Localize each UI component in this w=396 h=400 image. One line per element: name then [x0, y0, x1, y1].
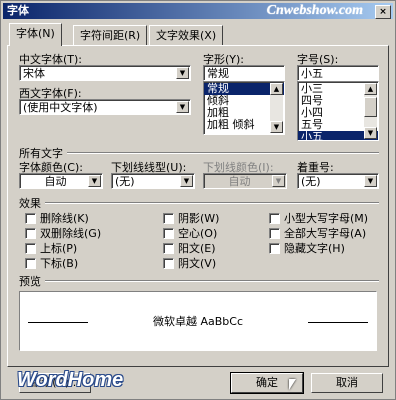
divider — [45, 280, 379, 282]
checkbox-label: 阴影(W) — [178, 212, 220, 225]
scrollbar[interactable]: ▲ ▼ — [270, 83, 283, 133]
all-caps-checkbox[interactable]: 全部大写字母(A) — [269, 225, 366, 241]
chevron-down-icon[interactable]: ▼ — [180, 175, 193, 187]
checkbox-label: 阴文(V) — [178, 257, 217, 270]
checkbox-label: 删除线(K) — [40, 212, 89, 225]
font-color-select[interactable]: 自动 ▼ — [19, 173, 103, 189]
scroll-thumb[interactable] — [364, 97, 377, 117]
font-style-input[interactable]: 常规 — [203, 65, 285, 81]
checkbox-label: 双删除线(G) — [40, 227, 102, 240]
tab-text-effects[interactable]: 文字效果(X) — [149, 25, 224, 46]
strikethrough-checkbox[interactable]: 删除线(K) — [25, 210, 89, 226]
checkbox-label: 空心(O) — [178, 227, 218, 240]
preview-box: 微软卓越 AaBbCc — [19, 291, 377, 351]
preview-section-label: 预览 — [19, 275, 41, 288]
title-bar: 字体 Cnwebshow.com × — [3, 3, 393, 19]
checkbox-box[interactable] — [163, 227, 174, 239]
checkbox-label: 小型大写字母(M) — [284, 212, 369, 225]
font-dialog: 字体 Cnwebshow.com × 字体(N) 字符间距(R) 文字效果(X)… — [0, 0, 396, 400]
font-size-value: 小五 — [301, 67, 323, 80]
underline-color-value: 自动 — [228, 175, 251, 188]
checkbox-box[interactable] — [25, 242, 36, 254]
checkbox-label: 下标(B) — [40, 257, 79, 270]
checkbox-box[interactable] — [25, 227, 36, 239]
checkbox-box[interactable] — [25, 257, 36, 269]
hidden-text-checkbox[interactable]: 隐藏文字(H) — [269, 240, 345, 256]
western-font-value: (使用中文字体) — [23, 101, 98, 114]
mouse-cursor-icon — [289, 379, 296, 390]
preview-baseline-right — [308, 322, 368, 323]
chevron-down-icon[interactable]: ▼ — [364, 175, 377, 187]
underline-color-select: 自动 ▼ — [203, 173, 287, 189]
chevron-down-icon: ▼ — [272, 175, 285, 187]
window-title: 字体 — [7, 4, 29, 17]
western-font-select[interactable]: (使用中文字体) ▼ — [19, 99, 191, 115]
checkbox-box[interactable] — [163, 257, 174, 269]
superscript-checkbox[interactable]: 上标(P) — [25, 240, 77, 256]
chevron-down-icon[interactable]: ▼ — [176, 101, 189, 113]
checkbox-box[interactable] — [163, 242, 174, 254]
checkbox-box[interactable] — [163, 212, 174, 224]
engrave-checkbox[interactable]: 阴文(V) — [163, 255, 216, 271]
effects-section-label: 效果 — [19, 197, 41, 210]
chinese-font-select[interactable]: 宋体 ▼ — [19, 65, 191, 81]
chevron-down-icon[interactable]: ▼ — [88, 175, 101, 187]
checkbox-box[interactable] — [269, 227, 280, 239]
checkbox-label: 阳文(E) — [178, 242, 216, 255]
double-strikethrough-checkbox[interactable]: 双删除线(G) — [25, 225, 101, 241]
outline-checkbox[interactable]: 空心(O) — [163, 225, 217, 241]
small-caps-checkbox[interactable]: 小型大写字母(M) — [269, 210, 368, 226]
divider — [67, 152, 379, 154]
font-style-value: 常规 — [207, 67, 229, 80]
underline-style-select[interactable]: (无) ▼ — [111, 173, 195, 189]
divider — [45, 202, 379, 204]
font-size-list[interactable]: 小三 四号 小四 五号 小五 ▲ ▼ — [297, 81, 379, 141]
checkbox-box[interactable] — [25, 212, 36, 224]
underline-style-value: (无) — [115, 175, 135, 188]
scroll-up-icon[interactable]: ▲ — [270, 83, 283, 95]
watermark-top: Cnwebshow.com — [266, 3, 363, 18]
checkbox-box[interactable] — [269, 212, 280, 224]
tab-font[interactable]: 字体(N) — [9, 23, 62, 46]
close-button[interactable]: × — [375, 5, 391, 19]
chinese-font-value: 宋体 — [23, 67, 45, 80]
font-size-input[interactable]: 小五 — [297, 65, 379, 81]
preview-sample-text: 微软卓越 AaBbCc — [152, 315, 244, 328]
checkbox-label: 全部大写字母(A) — [284, 227, 367, 240]
scrollbar[interactable]: ▲ ▼ — [364, 83, 377, 139]
emphasis-mark-value: (无) — [301, 175, 321, 188]
subscript-checkbox[interactable]: 下标(B) — [25, 255, 78, 271]
scroll-down-icon[interactable]: ▼ — [270, 121, 283, 133]
chevron-down-icon[interactable]: ▼ — [176, 67, 189, 79]
scroll-up-icon[interactable]: ▲ — [364, 83, 377, 95]
font-style-list[interactable]: 常规 倾斜 加粗 加粗 倾斜 ▲ ▼ — [203, 81, 285, 135]
checkbox-box[interactable] — [269, 242, 280, 254]
font-color-value: 自动 — [44, 175, 67, 188]
checkbox-label: 隐藏文字(H) — [284, 242, 345, 255]
shadow-checkbox[interactable]: 阴影(W) — [163, 210, 219, 226]
checkbox-label: 上标(P) — [40, 242, 78, 255]
emboss-checkbox[interactable]: 阳文(E) — [163, 240, 216, 256]
watermark-bottom: WordHome — [17, 369, 124, 391]
tab-character-spacing[interactable]: 字符间距(R) — [73, 25, 148, 46]
scroll-down-icon[interactable]: ▼ — [364, 127, 377, 139]
emphasis-mark-select[interactable]: (无) ▼ — [297, 173, 379, 189]
cancel-button[interactable]: 取消 — [311, 373, 383, 393]
